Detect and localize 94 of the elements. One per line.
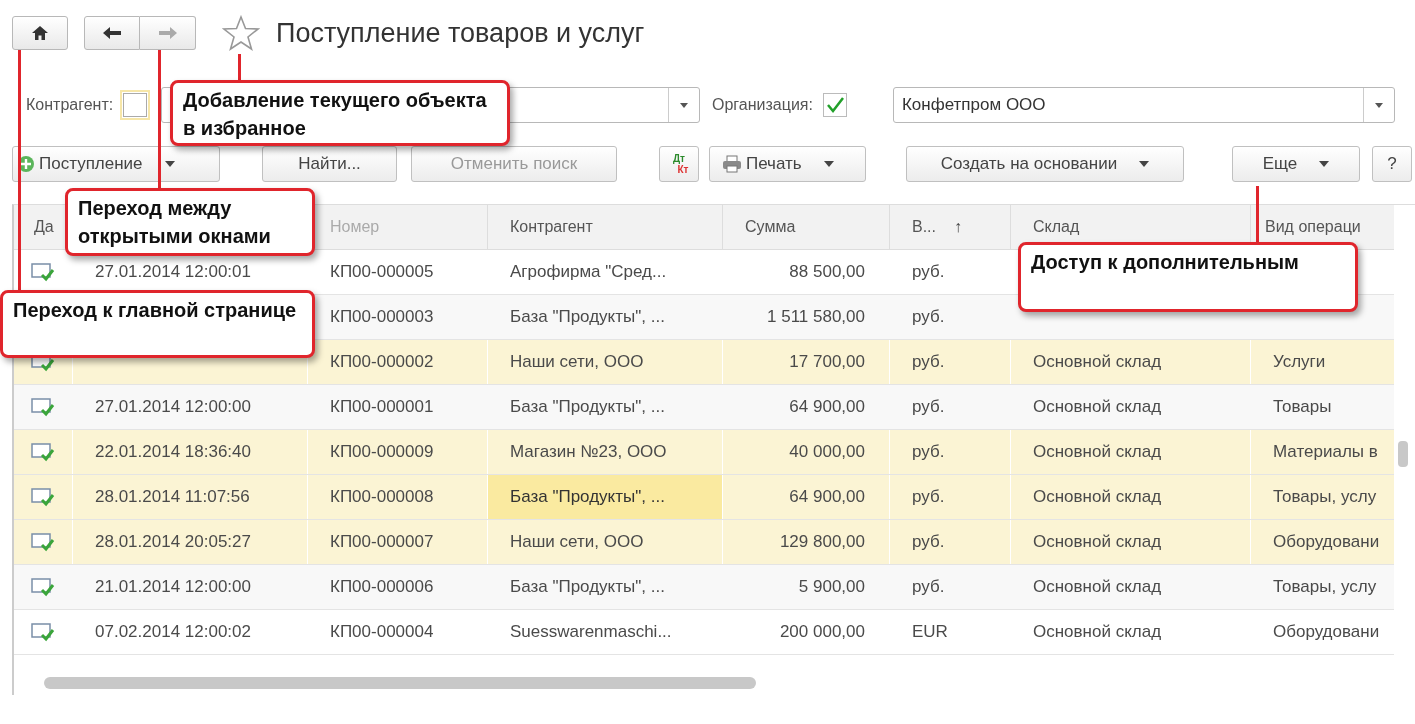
sort-arrow: ↑ <box>954 218 962 236</box>
table-cell: 1 511 580,00 <box>767 307 865 327</box>
table-cell: EUR <box>912 622 948 642</box>
table-cell: КП00-000004 <box>330 622 434 642</box>
table-cell: руб. <box>912 352 945 372</box>
table-cell: Основной склад <box>1033 352 1162 372</box>
callout-tooltip: Доступ к дополнительным <box>1018 242 1358 312</box>
table-cell: Магазин №23, ООО <box>510 442 667 462</box>
command-button[interactable]: Дт Кт <box>659 146 699 182</box>
table-cell: Основной склад <box>1033 442 1162 462</box>
home-button[interactable] <box>12 16 68 50</box>
scrollbar-thumb[interactable] <box>1398 441 1408 467</box>
table-cell: 21.01.2014 12:00:00 <box>95 577 251 597</box>
command-button[interactable]: Найти... <box>262 146 397 182</box>
column-header[interactable]: Склад <box>1033 218 1080 236</box>
table-cell: КП00-000009 <box>330 442 434 462</box>
table-cell: руб. <box>912 262 945 282</box>
table-cell: 64 900,00 <box>789 397 865 417</box>
table-cell: Наши сети, ООО <box>510 532 644 552</box>
table-cell: Основной склад <box>1033 487 1162 507</box>
forward-arrow-icon <box>157 26 178 40</box>
table-cell: База "Продукты", ... <box>510 397 665 417</box>
home-icon <box>31 25 49 41</box>
table-cell: руб. <box>912 397 945 417</box>
table-cell: 27.01.2014 12:00:01 <box>95 262 251 282</box>
table-cell: Основной склад <box>1033 577 1162 597</box>
table-cell: КП00-000005 <box>330 262 434 282</box>
table-cell: Оборудовани <box>1273 532 1380 552</box>
table-cell: 28.01.2014 20:05:27 <box>95 532 251 552</box>
table-cell: Материалы в <box>1273 442 1378 462</box>
column-header[interactable]: Да <box>34 218 54 236</box>
table-cell: 88 500,00 <box>789 262 865 282</box>
table-cell: 17 700,00 <box>789 352 865 372</box>
table-cell: Товары <box>1273 397 1332 417</box>
table-cell: Основной склад <box>1033 397 1162 417</box>
table-cell: Агрофирма "Сред... <box>510 262 667 282</box>
filter-label: Организация: <box>712 96 813 114</box>
table-cell: 40 000,00 <box>789 442 865 462</box>
table-cell: База "Продукты", ... <box>510 487 665 507</box>
table-cell: 28.01.2014 11:07:56 <box>95 487 250 507</box>
window-title: Поступление товаров и услуг <box>276 17 645 49</box>
table-cell: Товары, услу <box>1273 487 1377 507</box>
back-button[interactable] <box>84 16 140 50</box>
table-cell: 200 000,00 <box>779 622 865 642</box>
table-cell: Наши сети, ООО <box>510 352 644 372</box>
callout-tooltip: Добавление текущего объекта в избранное <box>170 80 510 146</box>
column-header[interactable]: Контрагент <box>510 218 593 236</box>
command-button[interactable]: Еще <box>1232 146 1360 182</box>
table-cell: КП00-000002 <box>330 352 434 372</box>
table-cell: руб. <box>912 532 945 552</box>
table-cell: База "Продукты", ... <box>510 577 665 597</box>
star-icon[interactable] <box>222 15 260 51</box>
table-cell: База "Продукты", ... <box>510 307 665 327</box>
table-cell: КП00-000008 <box>330 487 434 507</box>
table-cell: руб. <box>912 577 945 597</box>
table-cell: КП00-000007 <box>330 532 434 552</box>
table-cell: руб. <box>912 487 945 507</box>
command-button[interactable]: Создать на основании <box>906 146 1184 182</box>
column-header[interactable]: В... <box>912 218 936 236</box>
table-cell: 129 800,00 <box>779 532 865 552</box>
table-cell: руб. <box>912 307 945 327</box>
scrollbar-thumb[interactable] <box>44 677 756 689</box>
checkbox[interactable] <box>822 93 847 117</box>
filter-label: Контрагент: <box>26 96 114 114</box>
table-cell: 64 900,00 <box>789 487 865 507</box>
dropdown-icon <box>680 102 688 108</box>
table-cell: Оборудовани <box>1273 622 1380 642</box>
dropdown-icon <box>1374 102 1383 108</box>
callout-tooltip: Переход к главной странице <box>0 290 315 358</box>
filter-field[interactable]: Конфетпром ООО <box>892 87 1395 123</box>
table-cell: 27.01.2014 12:00:00 <box>95 397 251 417</box>
table-cell: КП00-000003 <box>330 307 434 327</box>
printer-icon <box>722 155 742 173</box>
table-cell: КП00-000006 <box>330 577 434 597</box>
table-cell: 07.02.2014 12:00:02 <box>95 622 251 642</box>
back-arrow-icon <box>102 26 122 40</box>
table-cell: КП00-000001 <box>330 397 434 417</box>
table-cell: Услуги <box>1273 352 1326 372</box>
command-button[interactable]: Поступление <box>12 146 220 182</box>
table-cell: 5 900,00 <box>798 577 865 597</box>
leader-line <box>1256 186 1259 243</box>
table-cell: Товары, услу <box>1273 577 1377 597</box>
column-header[interactable]: Сумма <box>745 218 796 236</box>
callout-tooltip: Переход между открытыми окнами <box>65 188 315 256</box>
table-cell: Основной склад <box>1033 622 1162 642</box>
table-cell: Основной склад <box>1033 532 1162 552</box>
command-button[interactable]: ? <box>1372 146 1412 182</box>
checkbox[interactable] <box>123 93 148 117</box>
column-header[interactable]: Вид операци <box>1265 218 1361 236</box>
table-cell: руб. <box>912 442 945 462</box>
table-cell: Suesswarenmaschi... <box>510 622 672 642</box>
table-cell: 22.01.2014 18:36:40 <box>95 442 251 462</box>
leader-line <box>238 54 241 81</box>
command-button[interactable]: Печать <box>709 146 866 182</box>
